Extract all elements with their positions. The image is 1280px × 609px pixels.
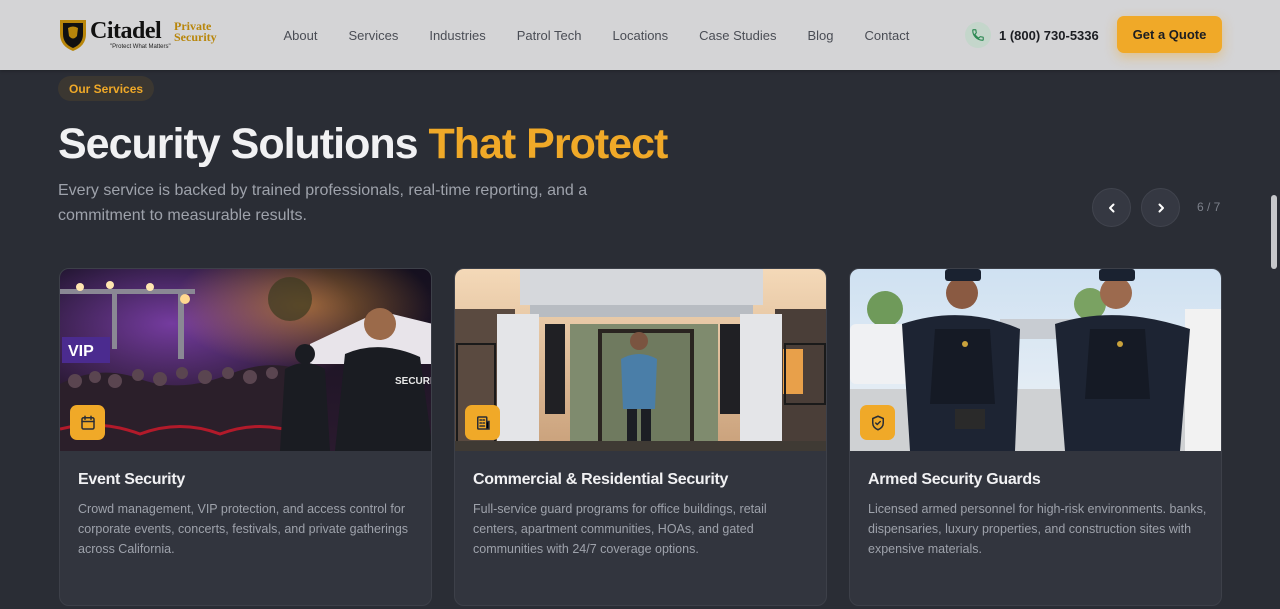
nav-link-blog[interactable]: Blog — [792, 28, 849, 43]
chevron-left-icon — [1108, 203, 1114, 212]
main-nav: About Services Industries Patrol Tech Lo… — [268, 0, 925, 70]
card-description: Full-service guard programs for office b… — [473, 502, 767, 556]
nav-link-industries[interactable]: Industries — [414, 28, 501, 43]
section-badge: Our Services — [58, 76, 155, 101]
page-scrollbar[interactable] — [1271, 195, 1277, 269]
service-card-armed-guards[interactable]: Armed Security Guards Licensed armed per… — [849, 268, 1222, 606]
logo-private-line2: Security — [174, 30, 217, 44]
lion-shield-icon — [60, 20, 86, 51]
building-icon — [465, 405, 500, 440]
nav-link-case-studies[interactable]: Case Studies — [684, 28, 792, 43]
section-subtitle: Every service is backed by trained profe… — [58, 182, 588, 224]
armed-guards-image — [850, 269, 1221, 451]
carousel-prev-button[interactable] — [1092, 188, 1131, 227]
title-plain: Security Solutions — [58, 120, 429, 168]
security-patch-text: SECURITY — [395, 376, 432, 387]
service-card-commercial-residential[interactable]: Commercial & Residential Security Full-s… — [454, 268, 827, 606]
logo-private: Private Security — [174, 20, 217, 44]
card-title: Armed Security Guards — [868, 471, 1041, 488]
card-description: Licensed armed personnel for high-risk e… — [868, 502, 1207, 556]
nav-link-services[interactable]: Services — [333, 28, 414, 43]
chevron-right-icon — [1158, 203, 1164, 212]
phone-link[interactable]: 1 (800) 730-5336 — [965, 22, 1099, 48]
carousel-counter: 6 / 7 — [1197, 200, 1221, 214]
logo-brand: Citadel — [90, 18, 162, 44]
event-security-image: VIP SECURITY — [60, 269, 432, 451]
site-header: Citadel Private Security "Protect What M… — [0, 0, 1280, 70]
commercial-security-image — [455, 269, 826, 451]
vip-sign-text: VIP — [68, 343, 94, 360]
nav-link-about[interactable]: About — [268, 28, 333, 43]
card-description: Crowd management, VIP protection, and ac… — [78, 502, 409, 556]
citadel-logo[interactable]: Citadel Private Security "Protect What M… — [58, 17, 228, 55]
nav-link-contact[interactable]: Contact — [849, 28, 925, 43]
service-card-event-security[interactable]: VIP SECURITY Event Security Crowd manage… — [59, 268, 432, 606]
calendar-icon — [70, 405, 105, 440]
section-title: Security Solutions That Protect — [58, 120, 668, 169]
phone-icon — [965, 22, 991, 48]
shield-check-icon — [860, 405, 895, 440]
logo-tagline: "Protect What Matters" — [110, 44, 171, 50]
nav-link-patrol-tech[interactable]: Patrol Tech — [501, 28, 597, 43]
title-accent: That Protect — [428, 120, 668, 168]
nav-link-locations[interactable]: Locations — [597, 28, 684, 43]
card-title: Event Security — [78, 471, 185, 488]
carousel-next-button[interactable] — [1141, 188, 1180, 227]
phone-number: 1 (800) 730-5336 — [999, 27, 1099, 43]
card-title: Commercial & Residential Security — [473, 471, 729, 488]
get-a-quote-button[interactable]: Get a Quote — [1117, 16, 1222, 53]
